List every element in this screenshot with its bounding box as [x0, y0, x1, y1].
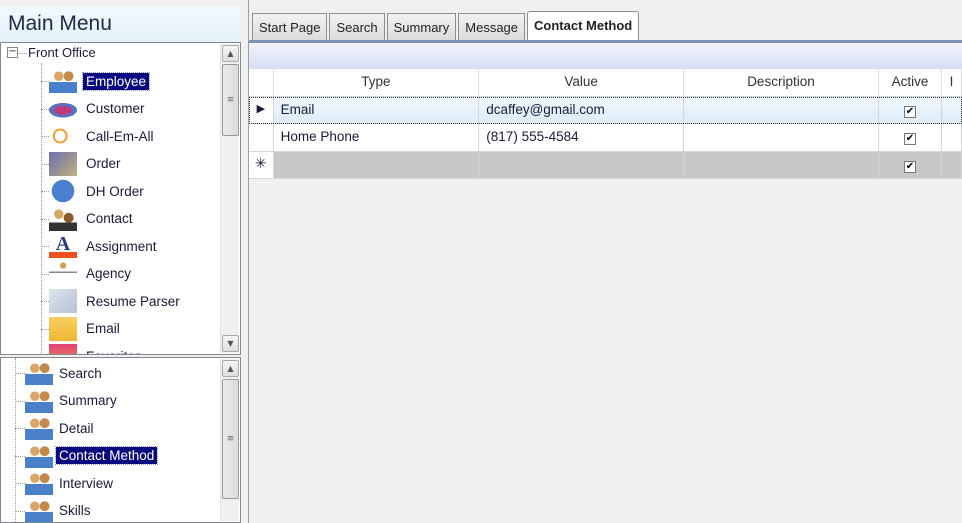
employee-people-icon	[25, 361, 53, 385]
grid-toolbar-strip	[249, 47, 962, 69]
tree-item-label: Employee	[81, 71, 151, 91]
new-row-asterisk-icon: ✳	[249, 151, 274, 179]
scroll-thumb[interactable]: ≡	[222, 379, 239, 499]
employee-people-icon	[25, 443, 53, 468]
tree-item-detail[interactable]: Detail	[15, 416, 97, 440]
tree-item-label: Favorites	[83, 348, 145, 355]
employee-people-icon	[25, 388, 53, 413]
customer-pie-icon	[49, 96, 77, 121]
tree-item-label: Detail	[59, 420, 94, 436]
row-header-corner	[249, 69, 274, 97]
tree-item-email[interactable]: Email	[41, 316, 123, 341]
tree-item-resume-parser[interactable]: Resume Parser	[41, 289, 183, 313]
tree-item-skills[interactable]: Skills	[15, 498, 94, 522]
cell-description[interactable]	[684, 124, 879, 152]
table-row[interactable]: ▶ Email dcaffey@gmail.com ✔	[249, 96, 962, 124]
tree-item-label: Contact	[86, 211, 133, 226]
tree-item-label: Call-Em-All	[86, 128, 154, 144]
active-checkbox[interactable]: ✔	[903, 105, 916, 118]
tree-item-label: Email	[86, 321, 120, 336]
scroll-up-button[interactable]: ▲	[222, 45, 239, 62]
agency-org-chart-icon	[49, 261, 77, 286]
employee-people-icon	[25, 471, 53, 495]
dh-order-dice-icon	[49, 179, 77, 203]
tree-scrollbar[interactable]: ▲ ≡ ▼	[220, 44, 239, 353]
tab-message[interactable]: Message	[458, 13, 526, 41]
main-menu-title: Main Menu	[0, 6, 240, 42]
cell-type[interactable]	[273, 151, 480, 179]
column-header-value[interactable]: Value	[479, 69, 685, 97]
cell-type[interactable]: Home Phone	[273, 124, 480, 152]
tree-item-agency[interactable]: Agency	[41, 261, 134, 286]
tree-item-dh-order[interactable]: DH Order	[41, 179, 147, 203]
cell-value[interactable]: (817) 555-4584	[479, 124, 685, 152]
cell-description[interactable]	[684, 96, 879, 124]
tree-item-label: Skills	[59, 503, 91, 518]
new-row[interactable]: ✳ ✔	[249, 151, 962, 179]
tree-item-employee[interactable]: Employee	[41, 69, 151, 93]
tree-item-label: DH Order	[86, 183, 144, 199]
tree-item-assignment[interactable]: A Assignment	[41, 234, 160, 258]
email-envelope-icon	[49, 316, 77, 341]
cell-value[interactable]: dcaffey@gmail.com	[479, 96, 685, 124]
scroll-up-button[interactable]: ▲	[222, 360, 239, 377]
collapse-icon[interactable]: −	[7, 47, 18, 58]
contact-people-icon	[49, 206, 77, 231]
tree-item-favorites[interactable]: Favorites	[49, 344, 145, 355]
tree-item-label: Search	[59, 365, 102, 381]
tree-item-label: Summary	[59, 393, 117, 408]
cell-description[interactable]	[684, 151, 879, 179]
employee-tree[interactable]: Search Summary Detail Contact Method Intervi…	[0, 357, 241, 523]
tab-summary[interactable]: Summary	[386, 13, 457, 41]
scroll-thumb[interactable]: ≡	[222, 64, 239, 136]
column-header-type[interactable]: Type	[273, 69, 480, 97]
tree-item-call-em-all[interactable]: Call-Em-All	[41, 124, 157, 148]
tree-item-label: Order	[86, 156, 121, 171]
tree-item-label: Customer	[86, 101, 145, 116]
column-header-active[interactable]: Active	[878, 69, 943, 97]
tree-item-label: Resume Parser	[86, 293, 180, 309]
tree-item-contact[interactable]: Contact	[41, 206, 136, 231]
employee-people-icon	[25, 498, 53, 522]
favorites-icon	[49, 344, 77, 354]
employee-people-icon	[49, 69, 77, 93]
order-search-icon	[49, 151, 77, 176]
tree-item-label: Contact Method	[54, 446, 159, 465]
tree-item-customer[interactable]: Customer	[41, 96, 148, 121]
tab-contact-method[interactable]: Contact Method	[527, 11, 640, 41]
tree-item-interview[interactable]: Interview	[15, 471, 116, 495]
tree-item-label: Agency	[86, 266, 132, 281]
contact-method-grid[interactable]: Type Value Description Active I ▶ Email …	[249, 69, 962, 179]
resume-upload-icon	[49, 289, 77, 313]
active-checkbox[interactable]: ✔	[903, 160, 916, 173]
grid-header: Type Value Description Active I	[249, 69, 962, 97]
workspace: Start Page Search Summary Message Contac…	[248, 0, 962, 523]
tab-bar: Start Page Search Summary Message Contac…	[252, 11, 641, 41]
tree-item-search[interactable]: Search	[15, 361, 105, 385]
tree-item-contact-method[interactable]: Contact Method	[15, 443, 159, 468]
main-menu-panel: Main Menu − Front Office Employee Custome…	[0, 0, 243, 523]
scroll-down-button[interactable]: ▼	[222, 335, 239, 352]
table-row[interactable]: Home Phone (817) 555-4584 ✔	[249, 124, 962, 152]
assignment-letter-icon: A	[49, 234, 77, 258]
employee-people-icon	[25, 416, 53, 440]
employee-tree-scrollbar[interactable]: ▲ ≡	[220, 359, 239, 521]
tab-start-page[interactable]: Start Page	[252, 13, 328, 41]
tree-item-label: Interview	[59, 475, 114, 491]
front-office-tree[interactable]: − Front Office Employee Customer Call-Em-A…	[0, 42, 241, 355]
call-broadcast-icon	[49, 124, 77, 148]
cell-value[interactable]	[479, 151, 685, 179]
column-header-partial[interactable]: I	[942, 69, 962, 97]
cell-type[interactable]: Email	[273, 96, 480, 124]
tab-search[interactable]: Search	[329, 13, 385, 41]
current-row-arrow-icon: ▶	[249, 96, 274, 124]
active-checkbox[interactable]: ✔	[903, 133, 916, 145]
tree-item-order[interactable]: Order	[41, 151, 124, 176]
tree-item-label: Assignment	[86, 238, 157, 254]
tree-item-summary[interactable]: Summary	[15, 388, 120, 413]
column-header-description[interactable]: Description	[684, 69, 879, 97]
tree-root-front-office[interactable]: Front Office	[28, 45, 96, 60]
